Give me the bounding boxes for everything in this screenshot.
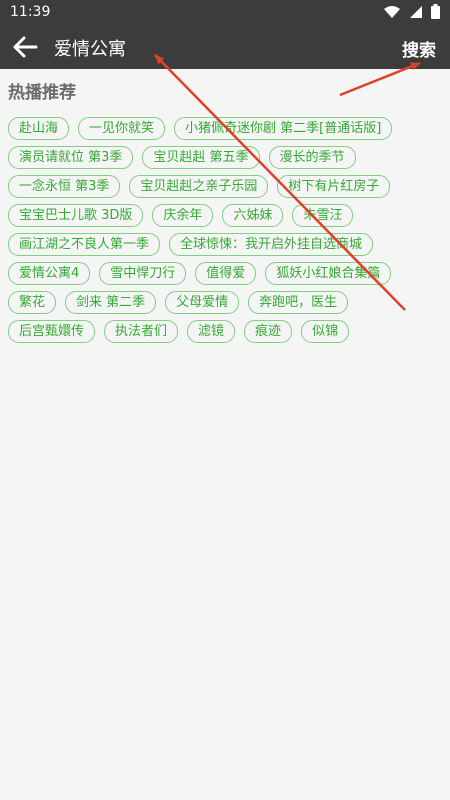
tag-item[interactable]: 父母爱情 — [165, 291, 240, 314]
tag-item[interactable]: 爱情公寓4 — [8, 262, 91, 285]
tag-item[interactable]: 演员请就位 第3季 — [8, 146, 134, 169]
tag-item[interactable]: 漫长的季节 — [268, 146, 356, 169]
tag-item[interactable]: 全球惊悚：我开启外挂自选商城 — [169, 233, 374, 256]
tag-item[interactable]: 值得爱 — [195, 262, 257, 285]
back-button[interactable] — [12, 35, 40, 59]
tag-item[interactable]: 执法者们 — [104, 320, 179, 343]
tag-item[interactable]: 宝宝巴士儿歌 3D版 — [8, 204, 144, 227]
tag-item[interactable]: 狐妖小红娘合集篇 — [265, 262, 392, 285]
tag-item[interactable]: 画江湖之不良人第一季 — [8, 233, 161, 256]
tag-item[interactable]: 似锦 — [301, 320, 350, 343]
tag-item[interactable]: 宝贝赳赳 第五季 — [142, 146, 260, 169]
tag-item[interactable]: 树下有片红房子 — [277, 175, 391, 198]
tag-item[interactable]: 繁花 — [8, 291, 57, 314]
search-input[interactable] — [52, 32, 376, 64]
tag-item[interactable]: 雪中悍刀行 — [99, 262, 187, 285]
status-icons — [383, 4, 440, 19]
tag-item[interactable]: 一念永恒 第3季 — [8, 175, 121, 198]
tag-item[interactable]: 一见你就笑 — [78, 117, 166, 140]
tag-item[interactable]: 滤镜 — [187, 320, 236, 343]
search-toolbar: 搜索 — [0, 25, 450, 69]
signal-icon — [410, 5, 422, 18]
tag-item[interactable]: 赴山海 — [8, 117, 70, 140]
back-arrow-icon — [13, 36, 38, 58]
tag-item[interactable]: 小猪佩奇迷你剧 第二季[普通话版] — [174, 117, 393, 140]
section-title: 热播推荐 — [8, 83, 76, 103]
tag-item[interactable]: 朱雪汪 — [292, 204, 354, 227]
tag-item[interactable]: 宝贝赳赳之亲子乐园 — [129, 175, 269, 198]
tag-item[interactable]: 庆余年 — [152, 204, 214, 227]
wifi-icon — [384, 5, 400, 18]
tag-item[interactable]: 后宫甄嬛传 — [8, 320, 96, 343]
status-bar: 11:39 — [0, 0, 450, 25]
tag-item[interactable]: 剑来 第二季 — [65, 291, 157, 314]
tag-item[interactable]: 奔跑吧，医生 — [248, 291, 349, 314]
search-button[interactable]: 搜索 — [402, 36, 436, 61]
tag-item[interactable]: 六姊妹 — [222, 204, 284, 227]
tag-cloud: 赴山海 一见你就笑 小猪佩奇迷你剧 第二季[普通话版] 演员请就位 第3季 宝贝… — [8, 117, 408, 343]
tag-item[interactable]: 痕迹 — [244, 320, 293, 343]
battery-icon — [431, 4, 440, 19]
status-time: 11:39 — [10, 4, 51, 20]
